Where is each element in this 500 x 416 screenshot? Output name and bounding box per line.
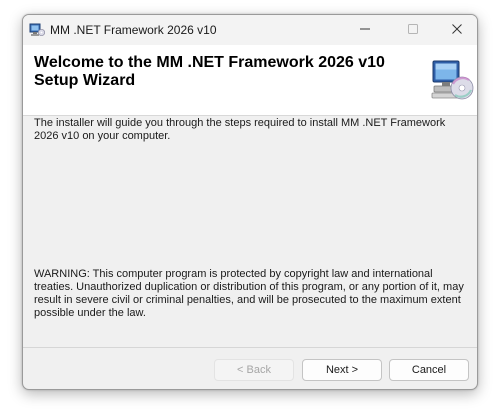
wizard-header: Welcome to the MM .NET Framework 2026 v1… <box>23 45 477 116</box>
cancel-button[interactable]: Cancel <box>389 359 469 381</box>
close-icon <box>452 21 462 39</box>
minimize-button[interactable] <box>343 15 387 45</box>
wizard-title: Welcome to the MM .NET Framework 2026 v1… <box>34 54 385 89</box>
back-button[interactable]: < Back <box>214 359 294 381</box>
maximize-button[interactable] <box>391 15 435 45</box>
next-button[interactable]: Next > <box>302 359 382 381</box>
intro-text: The installer will guide you through the… <box>34 117 446 142</box>
copyright-warning: WARNING: This computer program is protec… <box>34 268 464 319</box>
computer-cd-icon <box>429 57 475 103</box>
close-button[interactable] <box>435 15 477 45</box>
minimize-icon <box>360 21 370 39</box>
window-title: MM .NET Framework 2026 v10 <box>50 23 217 37</box>
maximize-icon <box>408 21 418 39</box>
title-bar[interactable]: MM .NET Framework 2026 v10 <box>23 15 477 45</box>
installer-window: MM .NET Framework 2026 v10 Welcome to th… <box>22 14 478 390</box>
footer-separator <box>23 347 477 348</box>
installer-app-icon <box>29 23 46 37</box>
